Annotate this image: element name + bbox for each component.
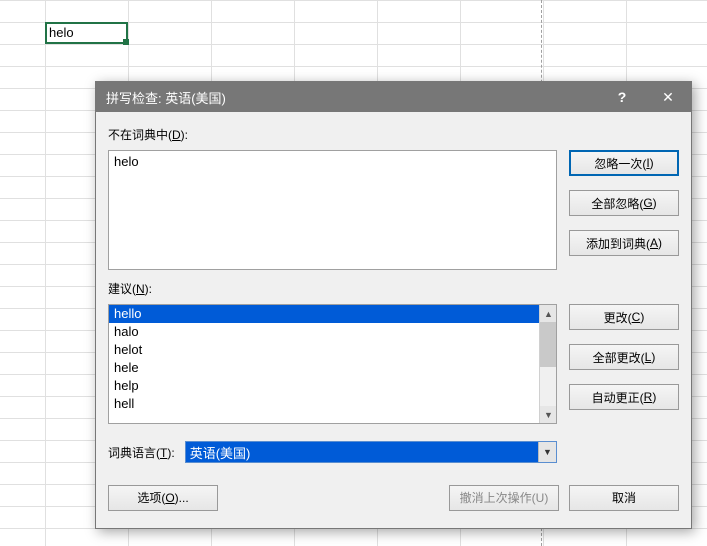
undo-last-button: 撤消上次操作(U)	[449, 485, 559, 511]
change-all-button[interactable]: 全部更改(L)	[569, 344, 679, 370]
dictionary-language-value: 英语(美国)	[190, 443, 251, 462]
ignore-once-button[interactable]: 忽略一次(I)	[569, 150, 679, 176]
add-to-dictionary-button[interactable]: 添加到词典(A)	[569, 230, 679, 256]
suggestions-list[interactable]: hellohalohelothelehelphell ▲ ▼	[108, 304, 557, 424]
misspelled-word: helo	[114, 154, 139, 169]
dialog-title: 拼写检查: 英语(美国)	[106, 88, 226, 107]
suggestions-scrollbar[interactable]: ▲ ▼	[539, 305, 556, 423]
help-button[interactable]: ?	[599, 82, 645, 112]
active-cell-value: helo	[49, 25, 74, 40]
dialog-titlebar[interactable]: 拼写检查: 英语(美国) ? ✕	[96, 82, 691, 112]
suggestions-label: 建议(N):	[108, 280, 557, 300]
not-in-dictionary-box[interactable]: helo	[108, 150, 557, 270]
active-cell[interactable]: helo	[45, 22, 128, 44]
suggestion-item[interactable]: halo	[109, 323, 556, 341]
suggestion-item[interactable]: help	[109, 377, 556, 395]
autocorrect-button[interactable]: 自动更正(R)	[569, 384, 679, 410]
not-in-dictionary-label: 不在词典中(D):	[108, 126, 557, 146]
suggestion-item[interactable]: helot	[109, 341, 556, 359]
suggestion-item[interactable]: hell	[109, 395, 556, 413]
chevron-down-icon[interactable]: ▼	[538, 442, 556, 462]
ignore-all-button[interactable]: 全部忽略(G)	[569, 190, 679, 216]
scroll-down-button[interactable]: ▼	[540, 406, 557, 423]
close-button[interactable]: ✕	[645, 82, 691, 112]
scroll-thumb[interactable]	[540, 322, 557, 367]
scroll-up-button[interactable]: ▲	[540, 305, 557, 322]
dictionary-language-select[interactable]: 英语(美国) ▼	[185, 441, 557, 463]
cancel-button[interactable]: 取消	[569, 485, 679, 511]
fill-handle[interactable]	[123, 39, 129, 45]
dictionary-language-label: 词典语言(T):	[108, 444, 175, 461]
suggestion-item[interactable]: hello	[109, 305, 556, 323]
suggestion-item[interactable]: hele	[109, 359, 556, 377]
options-button[interactable]: 选项(O)...	[108, 485, 218, 511]
change-button[interactable]: 更改(C)	[569, 304, 679, 330]
spellcheck-dialog: 拼写检查: 英语(美国) ? ✕ 不在词典中(D): helo 忽略一次(I) …	[95, 81, 692, 529]
